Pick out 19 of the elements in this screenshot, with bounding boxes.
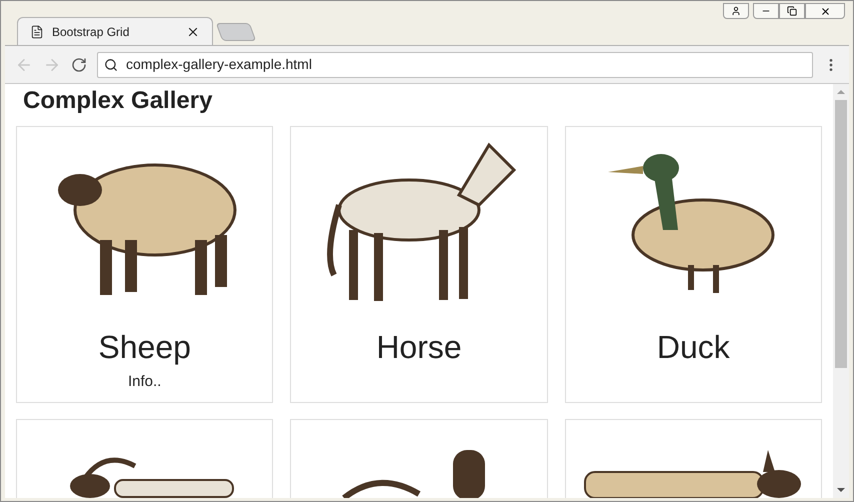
restore-button[interactable] [779,3,805,19]
person-icon [731,6,741,16]
browser-tab[interactable]: Bootstrap Grid [17,17,213,45]
profile-button[interactable] [723,3,749,19]
card-title: Sheep [98,328,191,367]
card-title: Duck [656,328,730,367]
scroll-down-icon[interactable] [837,486,845,494]
reload-icon[interactable] [71,56,87,72]
scrollbar[interactable] [833,84,849,498]
scrollbar-thumb[interactable] [835,100,847,368]
close-window-button[interactable] [805,3,845,19]
address-field[interactable]: complex-gallery-example.html [97,52,813,78]
card-text: Info.. [128,372,162,392]
close-icon [820,6,830,16]
card-title: Horse [376,328,462,367]
search-icon [104,58,118,72]
page-icon [30,24,44,38]
restore-icon [787,6,797,16]
page-heading: Complex Gallery [23,86,214,116]
